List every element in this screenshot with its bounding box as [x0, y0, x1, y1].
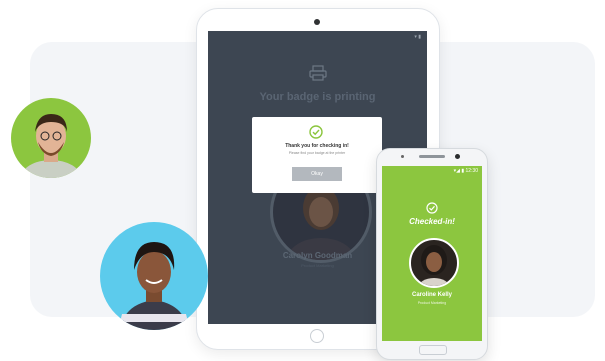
tablet-home-button[interactable]: [310, 329, 324, 343]
phone-camera: [455, 154, 460, 159]
phone-device: ▾◢ ▮ 12:30 Checked-in! Caroline Kelly Pr…: [376, 148, 488, 360]
avatar-man: [11, 98, 91, 178]
phone-home-button[interactable]: [419, 345, 447, 355]
phone-speaker: [419, 155, 445, 158]
okay-button[interactable]: Okay: [292, 167, 342, 181]
printer-icon: [309, 65, 327, 81]
attendee-name: Caroline Kelly: [411, 292, 452, 298]
attendee-avatar: [409, 238, 459, 288]
phone-status-bar: ▾◢ ▮ 12:30: [453, 168, 478, 174]
check-circle-icon: [309, 125, 323, 139]
printing-title: Your badge is printing: [259, 91, 376, 103]
phone-screen: ▾◢ ▮ 12:30 Checked-in! Caroline Kelly Pr…: [382, 166, 482, 341]
dialog-subtitle: Please find your badge at the printer: [288, 151, 346, 155]
tablet-camera: [314, 19, 320, 25]
attendee-subtitle: Product Marketing: [417, 301, 447, 305]
tablet-status-bar: ▾ ▮: [414, 34, 421, 40]
dialog-title: Thank you for checking in!: [285, 143, 349, 149]
phone-sensor: [401, 155, 404, 158]
check-circle-icon: [426, 202, 438, 214]
avatar-woman: [100, 222, 208, 330]
checked-in-label: Checked-in!: [409, 217, 455, 226]
checkin-dialog: Thank you for checking in! Please find y…: [252, 117, 382, 193]
